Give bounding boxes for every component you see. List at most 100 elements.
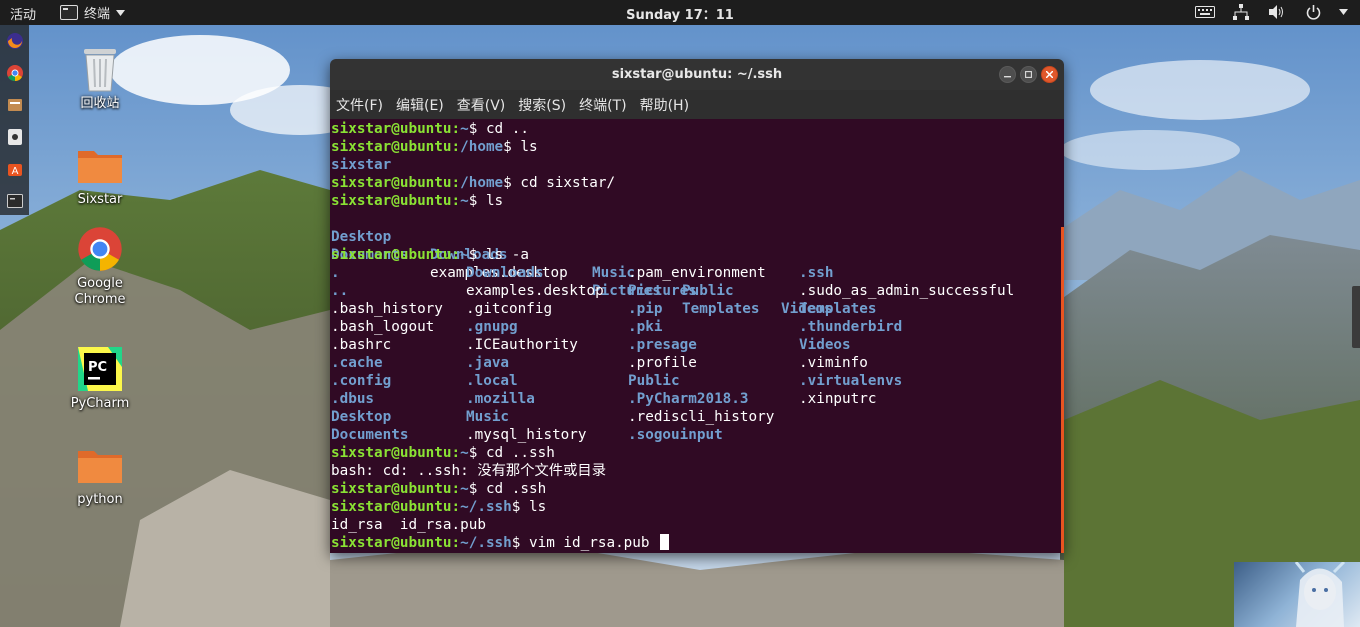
desktop-icon-google-chrome[interactable]: Google Chrome [60, 224, 140, 308]
keyboard-icon[interactable] [1195, 3, 1215, 21]
pycharm-icon: PC [75, 344, 125, 394]
menu-view[interactable]: 查看(V) [457, 95, 506, 115]
app-menu-label: 终端 [84, 7, 111, 22]
ls-row: .dbus .mozilla .PyCharm2018.3 .xinputrc [331, 390, 1063, 408]
terminal-line: sixstar@ubuntu:~/.ssh$ vim id_rsa.pub [331, 534, 670, 552]
terminal-line: sixstar@ubuntu:~$ ls [331, 193, 504, 209]
chevron-down-icon[interactable] [1339, 9, 1348, 15]
desktop-icon-label: Sixstar [77, 192, 123, 207]
desktop-icon-trash[interactable]: 回收站 [60, 44, 140, 112]
ls-entry: Desktop [331, 409, 392, 425]
ls-row: .bashrc .ICEauthority .presage Videos [331, 336, 1063, 354]
ls-entry: .PyCharm2018.3 [628, 391, 749, 407]
terminal-window: sixstar@ubuntu: ~/.ssh 文件(F) 编辑(E) 查看(V)… [330, 59, 1064, 553]
terminal-line: sixstar@ubuntu:/home$ cd sixstar/ [331, 175, 616, 191]
ls-entry: .. [331, 283, 349, 299]
terminal-line: sixstar@ubuntu:~$ cd .ssh [331, 481, 547, 497]
terminal-output[interactable]: sixstar@ubuntu:~$ cd .. sixstar@ubuntu:/… [330, 119, 1064, 553]
ls-entry: .bashrc [331, 337, 392, 353]
app-menu-button[interactable]: 终端 [60, 3, 126, 22]
ls-entry: .mozilla [466, 391, 535, 407]
activities-button[interactable]: 活动 [10, 4, 36, 23]
terminal-icon[interactable] [0, 185, 29, 217]
system-tray [1195, 3, 1348, 21]
ls-entry: Public [628, 373, 680, 389]
minimize-icon [1004, 76, 1011, 78]
ls-row: . Downloads .pam_environment .ssh [331, 264, 1063, 282]
folder-icon [75, 440, 125, 490]
desktop-icon-sixstar[interactable]: Sixstar [60, 140, 140, 208]
ls-entry: .bash_logout [331, 319, 435, 335]
side-panel-handle[interactable] [1352, 286, 1360, 348]
rhythmbox-icon[interactable] [0, 121, 29, 153]
terminal-scrollbar[interactable] [1061, 227, 1064, 553]
volume-icon[interactable] [1267, 3, 1287, 21]
ls-entry: Templates [799, 301, 877, 317]
window-menubar: 文件(F) 编辑(E) 查看(V) 搜索(S) 终端(T) 帮助(H) [330, 90, 1064, 119]
ls-entry: .sogouinput [628, 427, 723, 443]
maximize-icon [1025, 71, 1032, 78]
ls-entry: .viminfo [799, 355, 868, 371]
firefox-icon[interactable] [0, 25, 29, 57]
desktop-widget-image[interactable] [1234, 562, 1360, 627]
software-icon[interactable]: A [0, 153, 29, 185]
svg-text:A: A [11, 166, 18, 177]
menu-help[interactable]: 帮助(H) [640, 95, 689, 115]
ls-row: Desktop Downloads Music Public Videos [331, 210, 1063, 317]
terminal-icon [60, 5, 78, 20]
menu-edit[interactable]: 编辑(E) [396, 95, 444, 115]
ls-entry: .mysql_history [466, 427, 587, 443]
ls-entry: Videos [799, 337, 851, 353]
ls-row: Desktop Music .rediscli_history [331, 408, 1063, 426]
desktop-icon-label: PyCharm [70, 396, 130, 411]
terminal-line: sixstar@ubuntu:/home$ ls [331, 139, 538, 155]
trash-icon [75, 44, 125, 94]
files-icon[interactable] [0, 89, 29, 121]
terminal-line: sixstar@ubuntu:~/.ssh$ ls [331, 499, 547, 515]
ls-entry: .gitconfig [466, 301, 553, 317]
dock: A [0, 25, 29, 215]
ls-row: .config .local Public .virtualenvs [331, 372, 1063, 390]
menu-terminal[interactable]: 终端(T) [579, 95, 626, 115]
chrome-icon[interactable] [0, 57, 29, 89]
power-icon[interactable] [1303, 3, 1323, 21]
clock[interactable]: Sunday 17：11 [0, 4, 1360, 23]
terminal-line: sixstar@ubuntu:~$ ls -a [331, 247, 529, 263]
window-titlebar[interactable]: sixstar@ubuntu: ~/.ssh [330, 59, 1064, 90]
minimize-button[interactable] [999, 66, 1016, 83]
ls-row: .bash_logout .gnupg .pki .thunderbird [331, 318, 1063, 336]
terminal-line: id_rsa id_rsa.pub [331, 517, 486, 533]
desktop-icon-label: python [77, 492, 123, 507]
ls-entry: Documents [331, 427, 409, 443]
ls-entry: .xinputrc [799, 391, 877, 407]
close-button[interactable] [1041, 66, 1058, 83]
chrome-icon [75, 224, 125, 274]
maximize-button[interactable] [1020, 66, 1037, 83]
ls-entry: .gnupg [466, 319, 518, 335]
ls-entry: .cache [331, 355, 383, 371]
desktop-icon-pycharm[interactable]: PC PyCharm [60, 344, 140, 412]
ls-entry: .ICEauthority [466, 337, 578, 353]
ls-entry: Music [466, 409, 510, 425]
text-cursor [660, 534, 670, 550]
menu-file[interactable]: 文件(F) [336, 95, 383, 115]
terminal-line: sixstar@ubuntu:~$ cd ..ssh [331, 445, 555, 461]
ls-entry: .ssh [799, 265, 834, 281]
ls-entry: .presage [628, 337, 697, 353]
ls-entry: .pip [628, 301, 663, 317]
terminal-line: sixstar@ubuntu:~$ cd .. [331, 121, 529, 137]
desktop-icon-label: Google Chrome [74, 276, 126, 307]
ls-entry: .rediscli_history [628, 409, 775, 425]
ls-entry: .dbus [331, 391, 375, 407]
ls-row: .. examples.desktop Pictures .sudo_as_admin… [331, 282, 1063, 300]
network-icon[interactable] [1231, 3, 1251, 21]
menu-search[interactable]: 搜索(S) [518, 95, 566, 115]
desktop-icon-python[interactable]: python [60, 440, 140, 508]
ls-entry: .sudo_as_admin_successful [799, 283, 1015, 299]
ls-entry: .bash_history [331, 301, 443, 317]
ls-entry: examples.desktop [466, 283, 604, 299]
svg-text:PC: PC [88, 360, 107, 375]
terminal-line: bash: cd: ..ssh: 没有那个文件或目录 [331, 463, 606, 479]
ls-entry: . [331, 265, 340, 281]
ls-entry: .thunderbird [799, 319, 903, 335]
